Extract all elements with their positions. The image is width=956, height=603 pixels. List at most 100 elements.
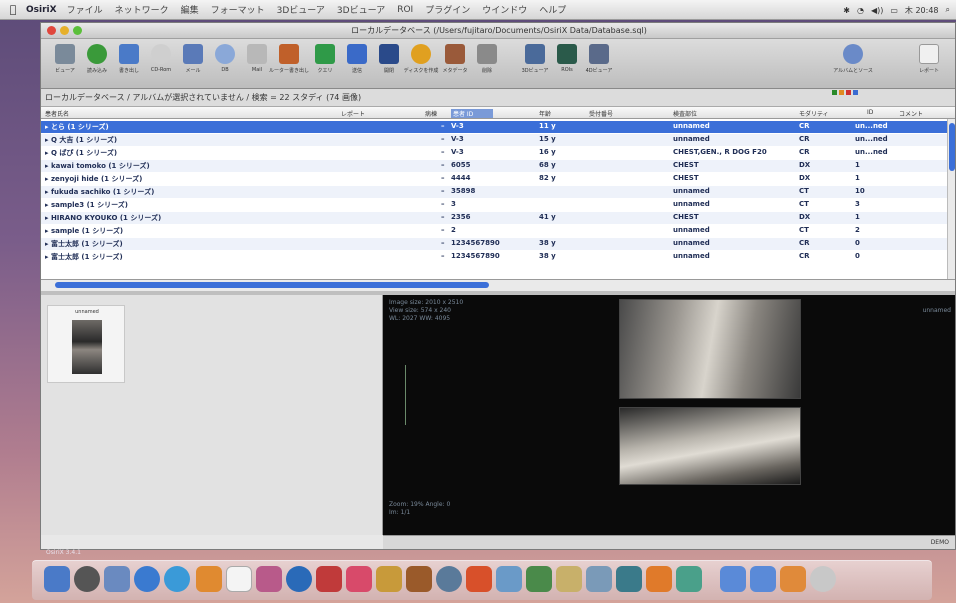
app-icon-red[interactable] — [466, 566, 492, 592]
vlc-icon[interactable] — [646, 566, 672, 592]
col-id[interactable]: ID — [867, 109, 873, 116]
iphoto-icon[interactable] — [256, 566, 282, 592]
cell-num: 1 — [855, 161, 860, 169]
window-titlebar[interactable]: ローカルデータベース (/Users/fujitaro/Documents/Os… — [41, 23, 955, 39]
app-menu[interactable]: OsiriX — [26, 5, 57, 15]
table-row[interactable]: ▸ 富士太郎 (1 シリーズ) –1234567890 38 y unnamed CR 0 — [41, 251, 947, 263]
menu-2d-viewer[interactable]: 3Dビューア — [277, 3, 325, 16]
cell-age: 41 y — [539, 213, 556, 221]
time-machine-icon[interactable] — [436, 566, 462, 592]
col-comment[interactable]: コメント — [899, 109, 923, 118]
garageband-icon[interactable] — [406, 566, 432, 592]
table-row[interactable]: ▸ sample3 (1 シリーズ) –3 unnamed CT 3 — [41, 199, 947, 211]
dashboard-icon[interactable] — [74, 566, 100, 592]
menu-window[interactable]: ウインドウ — [482, 3, 527, 16]
col-description[interactable]: 検査部位 — [673, 109, 697, 118]
itunes-icon[interactable] — [286, 566, 312, 592]
overlay-image-size: Image size: 2010 x 2510 — [389, 299, 464, 306]
ichat-icon[interactable] — [164, 566, 190, 592]
volume-icon[interactable]: ◀)) — [871, 6, 883, 15]
cell-mod: CR — [799, 148, 810, 156]
cell-pid: 6055 — [451, 161, 471, 169]
app-icon-house[interactable] — [556, 566, 582, 592]
col-patient-name[interactable]: 患者氏名 — [45, 109, 69, 118]
menu-file[interactable]: ファイル — [67, 3, 103, 16]
toolbar-report[interactable]: レポート — [907, 44, 951, 74]
globe-icon — [843, 44, 863, 64]
calendar-icon[interactable] — [226, 566, 252, 592]
stack-icon[interactable] — [780, 566, 806, 592]
table-row[interactable]: ▸ HIRANO KYOUKO (1 シリーズ) –2356 41 y CHEST DX… — [41, 212, 947, 224]
cell-num: 1 — [855, 174, 860, 182]
app-icon-gray[interactable] — [586, 566, 612, 592]
col-modality[interactable]: モダリティ — [799, 109, 829, 118]
4d-viewer-icon — [589, 44, 609, 64]
app-icon-green[interactable] — [676, 566, 702, 592]
database-icon — [215, 44, 235, 64]
toolbar-delete[interactable]: 削除 — [465, 44, 509, 74]
col-report[interactable]: レポート — [341, 109, 365, 118]
overlay-image-index: Im: 1/1 — [389, 509, 411, 516]
imovie-icon[interactable] — [346, 566, 372, 592]
preview-icon[interactable] — [104, 566, 130, 592]
menu-network[interactable]: ネットワーク — [115, 3, 169, 16]
trash-can-icon[interactable] — [810, 566, 836, 592]
col-age[interactable]: 年齢 — [539, 109, 551, 118]
idvd-icon[interactable] — [376, 566, 402, 592]
table-row[interactable]: ▸ とら (1 シリーズ) – V-3 11 y unnamed CR un...ned — [41, 121, 947, 133]
menu-help[interactable]: ヘルプ — [539, 3, 566, 16]
close-button[interactable] — [47, 26, 56, 35]
safari-icon[interactable] — [134, 566, 160, 592]
col-patient-id[interactable]: 患者 ID — [451, 109, 494, 118]
apple-menu-icon[interactable]:  — [0, 3, 26, 16]
toolbar-albums-sources[interactable]: アルバムとソース — [831, 44, 875, 74]
table-row[interactable]: ▸ Q ぱぴ (1 シリーズ) – V-3 16 y CHEST,GEN., R DOG… — [41, 147, 947, 159]
finder-icon[interactable] — [44, 566, 70, 592]
cell-num: un...ned — [855, 148, 888, 156]
address-book-icon[interactable] — [196, 566, 222, 592]
table-row[interactable]: ▸ Q 大吉 (1 シリーズ) – V-3 15 y unnamed CR un...ned — [41, 134, 947, 146]
photo-booth-icon[interactable] — [316, 566, 342, 592]
table-row[interactable]: ▸ 富士太郎 (1 シリーズ) –1234567890 38 y unnamed CR 0 — [41, 238, 947, 250]
wifi-icon[interactable]: ◔ — [857, 6, 864, 15]
cell-name: ▸ Q ぱぴ (1 シリーズ) — [45, 149, 118, 157]
table-vertical-scroll-thumb[interactable] — [949, 123, 955, 171]
toolbar-4d-viewer[interactable]: 4Dビューア — [577, 44, 621, 74]
col-ward[interactable]: 病棟 — [425, 109, 437, 118]
table-horizontal-scroll-thumb[interactable] — [55, 282, 489, 288]
metadata-icon — [445, 44, 465, 64]
table-row[interactable]: ▸ zenyoji hide (1 シリーズ) –4444 82 y CHEST DX 1 — [41, 173, 947, 185]
menu-plugins[interactable]: プラグイン — [425, 3, 470, 16]
cell-age: 11 y — [539, 122, 556, 130]
overlay-zoom: Zoom: 19% Angle: 0 — [389, 501, 451, 508]
clock[interactable]: 木 20:48 — [905, 5, 939, 16]
osirix-icon[interactable] — [616, 566, 642, 592]
activity-monitor-icon[interactable] — [526, 566, 552, 592]
cell-name: ▸ 富士太郎 (1 シリーズ) — [45, 240, 123, 248]
battery-icon[interactable]: ▭ — [890, 6, 898, 15]
spotlight-icon[interactable]: ⌕ — [946, 5, 950, 15]
cell-desc: unnamed — [673, 135, 710, 143]
menu-format[interactable]: フォーマット — [211, 3, 265, 16]
cell-pid: 2 — [451, 226, 456, 234]
minimize-button[interactable] — [60, 26, 69, 35]
menu-roi[interactable]: ROI — [397, 5, 413, 15]
col-accession[interactable]: 受付番号 — [589, 109, 613, 118]
cell-desc: CHEST — [673, 174, 699, 182]
cell-num: un...ned — [855, 122, 888, 130]
router-icon — [279, 44, 299, 64]
bluetooth-icon[interactable]: ✱ — [843, 6, 850, 15]
zoom-button[interactable] — [73, 26, 82, 35]
image-preview-viewer[interactable]: Image size: 2010 x 2510 View size: 574 x… — [383, 295, 955, 535]
osirix-database-window: ローカルデータベース (/Users/fujitaro/Documents/Os… — [40, 22, 956, 550]
series-thumbnail[interactable]: unnamed — [47, 305, 125, 383]
table-row[interactable]: ▸ kawai tomoko (1 シリーズ) –6055 68 y CHEST DX 1 — [41, 160, 947, 172]
folder-icon[interactable] — [720, 566, 746, 592]
table-row[interactable]: ▸ fukuda sachiko (1 シリーズ) –35898 unnamed CT… — [41, 186, 947, 198]
menu-3d-viewer[interactable]: 3Dビューア — [337, 3, 385, 16]
table-row[interactable]: ▸ sample (1 シリーズ) –2 unnamed CT 2 — [41, 225, 947, 237]
menu-edit[interactable]: 編集 — [181, 3, 199, 16]
app-icon-blue[interactable] — [496, 566, 522, 592]
downloads-folder-icon[interactable] — [750, 566, 776, 592]
cell-mod: CT — [799, 200, 809, 208]
